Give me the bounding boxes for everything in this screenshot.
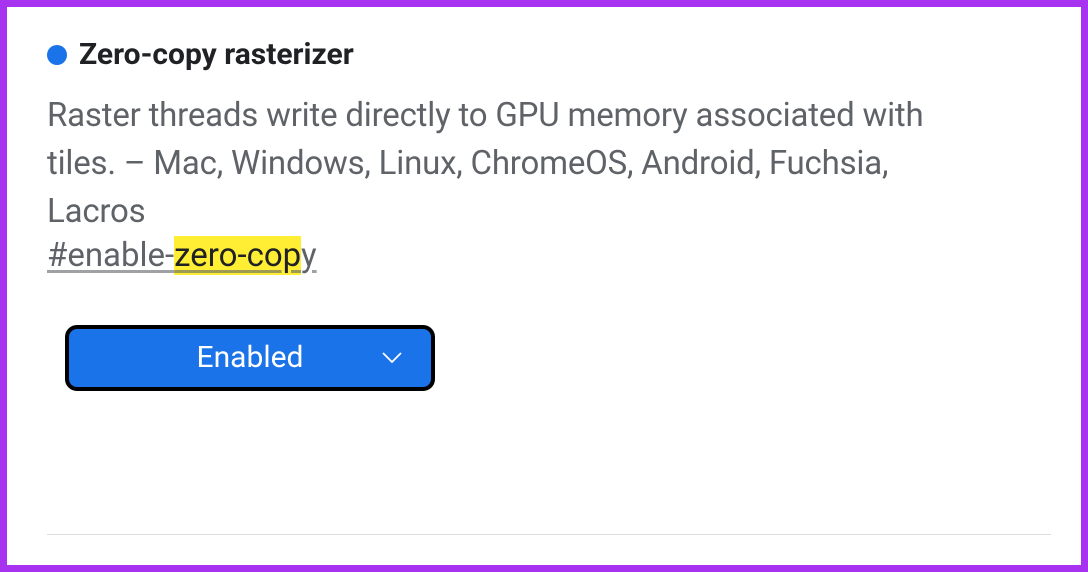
- status-dot-icon: [47, 45, 67, 65]
- flag-value-dropdown[interactable]: Enabled: [65, 325, 435, 391]
- search-highlight: zero-cop: [174, 236, 301, 275]
- flag-description: Raster threads write directly to GPU mem…: [47, 92, 947, 236]
- flag-header: Zero-copy rasterizer: [47, 37, 1051, 72]
- section-divider: [47, 534, 1051, 535]
- flags-panel: Zero-copy rasterizer Raster threads writ…: [0, 0, 1088, 572]
- anchor-prefix: #enable-: [47, 236, 174, 275]
- dropdown-selected-label: Enabled: [197, 340, 304, 375]
- flag-anchor-link[interactable]: #enable-zero-copy: [47, 236, 317, 275]
- flag-title: Zero-copy rasterizer: [79, 37, 354, 72]
- chevron-down-icon: [381, 351, 403, 365]
- anchor-suffix: y: [301, 236, 317, 275]
